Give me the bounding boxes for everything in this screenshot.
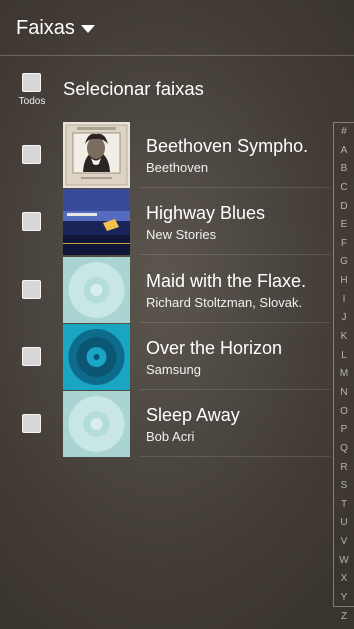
track-checkbox[interactable] [22,145,41,164]
index-letter[interactable]: Z [334,608,354,627]
index-letter[interactable]: M [334,365,354,384]
album-art [63,257,130,323]
track-title: Sleep Away [146,405,240,425]
index-letter[interactable]: E [334,216,354,235]
track-title: Beethoven Sympho. [146,136,309,156]
index-letter[interactable]: C [334,179,354,198]
track-artist: New Stories [146,227,217,242]
index-letter[interactable]: R [334,459,354,478]
track-artist: Bob Acri [146,429,195,444]
track-row[interactable]: Maid with the Flaxe. Richard Stoltzman, … [0,256,330,323]
track-title: Highway Blues [146,203,266,223]
index-letter[interactable]: Y [334,589,354,608]
track-checkbox[interactable] [22,414,41,433]
track-row[interactable]: Highway Blues New Stories [0,188,330,255]
index-letter[interactable]: U [334,514,354,533]
album-art [63,391,130,457]
index-letter[interactable]: # [334,123,354,142]
track-artist: Samsung [146,362,201,377]
index-letter[interactable]: P [334,421,354,440]
index-letter[interactable]: V [334,533,354,552]
album-art [63,189,130,255]
index-letter[interactable]: J [334,309,354,328]
track-title: Over the Horizon [146,338,283,358]
index-letter[interactable]: Q [334,440,354,459]
index-letter[interactable]: W [334,552,354,571]
track-checkbox[interactable] [22,280,41,299]
track-artist: Beethoven [146,160,209,175]
track-row[interactable]: Beethoven Sympho. Beethoven [0,121,330,188]
select-all-todos-label: Todos [18,96,46,107]
index-letter[interactable]: K [334,328,354,347]
index-letter[interactable]: O [334,403,354,422]
caret-down-icon [80,25,95,33]
select-all-row[interactable]: Todos Selecionar faixas [0,70,354,114]
track-checkbox[interactable] [22,347,41,366]
track-row[interactable]: Sleep Away Bob Acri [0,390,330,457]
select-tracks-label: Selecionar faixas [63,78,204,99]
app-header: Faixas [0,0,354,56]
header-title: Faixas [16,17,75,39]
alphabet-index-scrollbar[interactable]: # A B C D E F G H I J K L M N O P Q R S T U V W X Y Z [333,122,354,622]
index-letter[interactable]: X [334,570,354,589]
index-letter[interactable]: I [334,291,354,310]
album-art [63,324,130,390]
row-divider [140,254,330,255]
index-letter[interactable]: D [334,198,354,217]
index-letter[interactable]: L [334,347,354,366]
index-letter[interactable]: F [334,235,354,254]
row-divider [140,456,330,457]
track-checkbox[interactable] [22,212,41,231]
index-letter[interactable]: A [334,142,354,161]
index-letter[interactable]: S [334,477,354,496]
track-title: Maid with the Flaxe. [146,271,307,291]
index-letter[interactable]: T [334,496,354,515]
index-letter[interactable]: H [334,272,354,291]
album-art [63,122,130,188]
index-letter[interactable]: G [334,253,354,272]
index-letter[interactable]: N [334,384,354,403]
tracks-dropdown[interactable]: Faixas [16,16,95,40]
select-all-checkbox[interactable] [22,73,41,92]
track-row[interactable]: Over the Horizon Samsung [0,323,330,390]
index-letter[interactable]: B [334,160,354,179]
track-artist: Richard Stoltzman, Slovak. [146,295,303,310]
